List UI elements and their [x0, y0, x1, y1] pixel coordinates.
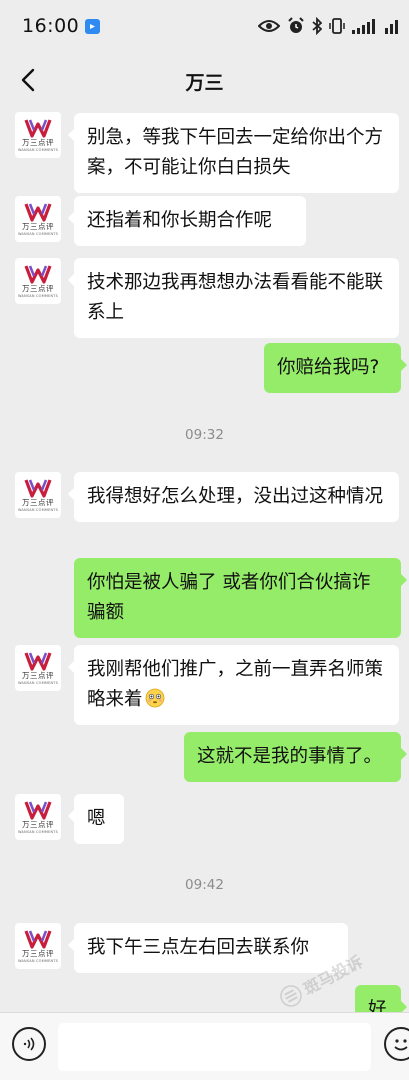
avatar-brand-en: WANSAN COMMENTS [17, 293, 59, 298]
message-bubble-incoming[interactable]: 我下午三点左右回去联系你 [68, 923, 348, 973]
zebra-logo-icon [280, 985, 302, 1007]
brand-logo-icon [24, 930, 52, 949]
avatar-brand-cn: 万三点评 [22, 222, 54, 231]
message-timestamp: 09:42 [185, 877, 224, 893]
brand-logo-icon [24, 203, 52, 222]
message-bubble-incoming[interactable]: 技术那边我再想想办法看看能不能联系上 [68, 258, 399, 338]
message-bubble-outgoing[interactable]: 你赔给我吗? [264, 343, 407, 393]
brand-logo-icon [24, 119, 52, 138]
avatar[interactable]: 万三点评 WANSAN COMMENTS [15, 196, 61, 242]
flushed-face-emoji-icon [145, 688, 164, 708]
brand-logo-icon [24, 652, 52, 671]
avatar-brand-cn: 万三点评 [22, 138, 54, 147]
avatar-brand-en: WANSAN COMMENTS [17, 680, 59, 685]
avatar-brand-cn: 万三点评 [22, 498, 54, 507]
voice-button[interactable] [12, 1027, 46, 1061]
avatar-brand-cn: 万三点评 [22, 949, 54, 958]
avatar[interactable]: 万三点评 WANSAN COMMENTS [15, 472, 61, 518]
avatar-brand-en: WANSAN COMMENTS [17, 147, 59, 152]
avatar-brand-en: WANSAN COMMENTS [17, 958, 59, 963]
message-input[interactable] [58, 1023, 371, 1071]
avatar-brand-cn: 万三点评 [22, 284, 54, 293]
message-bubble-incoming[interactable]: 别急，等我下午回去一定给你出个方案，不可能让你白白损失 [68, 113, 399, 193]
avatar[interactable]: 万三点评 WANSAN COMMENTS [15, 645, 61, 691]
message-bubble-incoming[interactable]: 还指着和你长期合作呢 [68, 196, 306, 246]
avatar[interactable]: 万三点评 WANSAN COMMENTS [15, 794, 61, 840]
brand-logo-icon [24, 801, 52, 820]
avatar[interactable]: 万三点评 WANSAN COMMENTS [15, 112, 61, 158]
emoji-icon [394, 1039, 408, 1051]
message-timestamp: 09:32 [185, 427, 224, 443]
avatar-brand-cn: 万三点评 [22, 671, 54, 680]
brand-logo-icon [24, 479, 52, 498]
avatar[interactable]: 万三点评 WANSAN COMMENTS [15, 923, 61, 969]
message-bubble-outgoing[interactable]: 这就不是我的事情了。 [184, 732, 407, 782]
avatar[interactable]: 万三点评 WANSAN COMMENTS [15, 258, 61, 304]
message-list[interactable]: 万三点评 WANSAN COMMENTS 别急，等我下午回去一定给你出个方案，不… [0, 0, 409, 1080]
emoji-button[interactable] [384, 1027, 409, 1061]
avatar-brand-en: WANSAN COMMENTS [17, 829, 59, 834]
avatar-brand-en: WANSAN COMMENTS [17, 231, 59, 236]
message-bubble-incoming[interactable]: 我得想好怎么处理，没出过这种情况 [68, 472, 399, 522]
message-bubble-incoming[interactable]: 嗯 [68, 794, 124, 844]
input-bar [0, 1012, 409, 1080]
message-text: 我刚帮他们推广，之前一直弄名师策略来着 [87, 659, 384, 710]
avatar-brand-en: WANSAN COMMENTS [17, 507, 59, 512]
message-bubble-outgoing[interactable]: 你怕是被人骗了 或者你们合伙搞诈骗额 [74, 558, 407, 638]
message-bubble-incoming[interactable]: 我刚帮他们推广，之前一直弄名师策略来着 [68, 645, 399, 725]
avatar-brand-cn: 万三点评 [22, 820, 54, 829]
brand-logo-icon [24, 265, 52, 284]
voice-icon [23, 1037, 35, 1051]
